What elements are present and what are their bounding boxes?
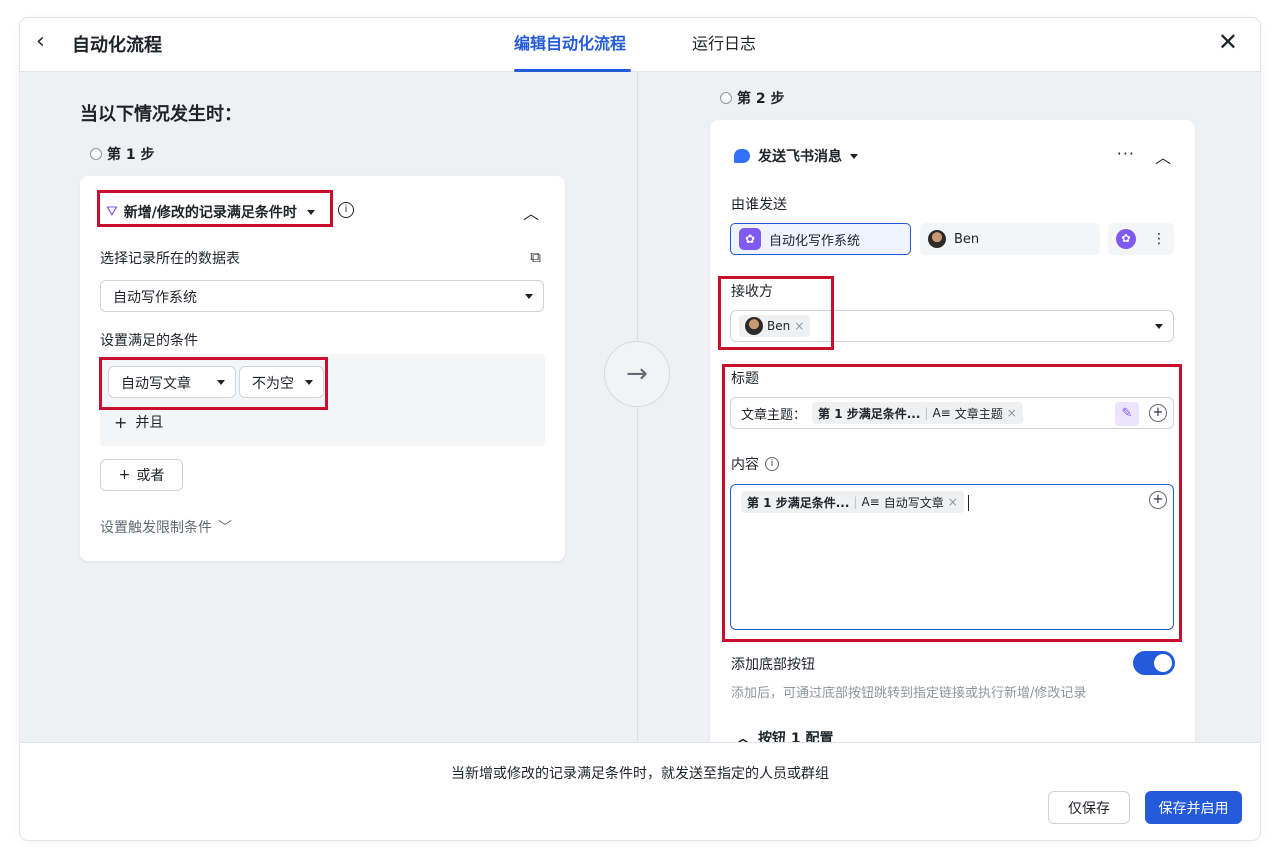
table-select[interactable]: 自动写作系统 xyxy=(100,280,544,312)
bottom-button-label: 添加底部按钮 xyxy=(731,657,815,673)
highlight-receiver xyxy=(718,276,834,350)
tab-run-log[interactable]: 运行日志 xyxy=(692,30,756,54)
chevron-down-icon: ﹀ xyxy=(218,520,232,536)
condition-label: 设置满足的条件 xyxy=(100,333,198,349)
vertical-more-icon: ⋮ xyxy=(1152,231,1166,247)
info-icon[interactable]: i xyxy=(338,202,354,218)
footer-bar: 当新增或修改的记录满足条件时，就发送至指定的人员或群组 仅保存 保存并启用 xyxy=(20,742,1260,840)
bottom-button-toggle[interactable] xyxy=(1133,651,1175,675)
trigger-limit-text: 设置触发限制条件 xyxy=(100,520,212,536)
avatar xyxy=(928,230,946,248)
table-select-value: 自动写作系统 xyxy=(113,290,197,306)
open-external-icon[interactable]: ⧉ xyxy=(530,248,541,266)
step-2-text: 第 2 步 xyxy=(737,91,785,107)
sender-label: 由谁发送 xyxy=(731,197,787,213)
trigger-heading: 当以下情况发生时： xyxy=(80,104,242,125)
plus-icon: + xyxy=(114,412,128,432)
step-dot-icon xyxy=(720,92,732,104)
tab-edit-flow[interactable]: 编辑自动化流程 xyxy=(514,30,626,54)
action-selector[interactable]: 发送飞书消息 xyxy=(734,146,858,166)
active-tab-indicator xyxy=(514,69,631,72)
highlight-trigger xyxy=(97,190,333,227)
plus-icon: + xyxy=(118,467,131,483)
save-enable-button[interactable]: 保存并启用 xyxy=(1145,791,1242,824)
bottom-button-hint: 添加后，可通过底部按钮跳转到指定链接或执行新增/修改记录 xyxy=(731,686,1087,701)
flow-summary: 当新增或修改的记录满足条件时，就发送至指定的人员或群组 xyxy=(451,766,829,782)
automation-flow-icon: ✿ xyxy=(739,228,761,250)
and-button-label: 并且 xyxy=(135,415,164,431)
automation-window: ‹ 自动化流程 编辑自动化流程 运行日志 ✕ 当以下情况发生时： 第 1 步 ⛛… xyxy=(20,18,1260,840)
sender-more-options[interactable]: ✿ ⋮ xyxy=(1108,223,1174,255)
close-icon[interactable]: ✕ xyxy=(1218,28,1238,56)
action-name: 发送飞书消息 xyxy=(758,149,842,165)
receiver-caret-icon xyxy=(1155,324,1163,329)
sender-option-ben-label: Ben xyxy=(954,231,980,247)
highlight-title-content xyxy=(722,364,1182,642)
flow-arrow-icon: → xyxy=(604,341,670,407)
or-button[interactable]: + 或者 xyxy=(100,459,183,491)
highlight-condition xyxy=(99,357,328,410)
table-select-caret-icon xyxy=(525,294,533,299)
back-arrow-icon[interactable]: ‹ xyxy=(36,30,56,54)
sender-option-system[interactable]: ✿ 自动化写作系统 xyxy=(730,223,911,255)
step-1-label: 第 1 步 xyxy=(90,144,155,164)
collapse-chevron-icon[interactable]: ︿ xyxy=(1155,144,1171,168)
action-dropdown-icon xyxy=(850,153,858,159)
and-button[interactable]: + 并且 xyxy=(114,412,163,432)
step-dot-icon xyxy=(90,148,102,160)
step-2-label: 第 2 步 xyxy=(720,88,785,108)
step-1-text: 第 1 步 xyxy=(107,147,155,163)
collapse-chevron-icon[interactable]: ︿ xyxy=(523,200,539,224)
trigger-limit-link[interactable]: 设置触发限制条件 ﹀ xyxy=(100,517,232,537)
sender-option-system-label: 自动化写作系统 xyxy=(769,233,861,249)
feishu-message-icon xyxy=(734,149,750,163)
save-only-button[interactable]: 仅保存 xyxy=(1048,791,1130,824)
header-bar: ‹ 自动化流程 编辑自动化流程 运行日志 ✕ xyxy=(20,18,1260,72)
page-title: 自动化流程 xyxy=(72,35,162,56)
or-button-label: 或者 xyxy=(136,468,165,484)
table-label: 选择记录所在的数据表 xyxy=(100,251,240,267)
panel-divider xyxy=(637,72,638,742)
app-icon: ✿ xyxy=(1116,229,1136,249)
more-icon[interactable]: ··· xyxy=(1117,144,1135,163)
sender-option-ben[interactable]: Ben xyxy=(920,223,1100,255)
